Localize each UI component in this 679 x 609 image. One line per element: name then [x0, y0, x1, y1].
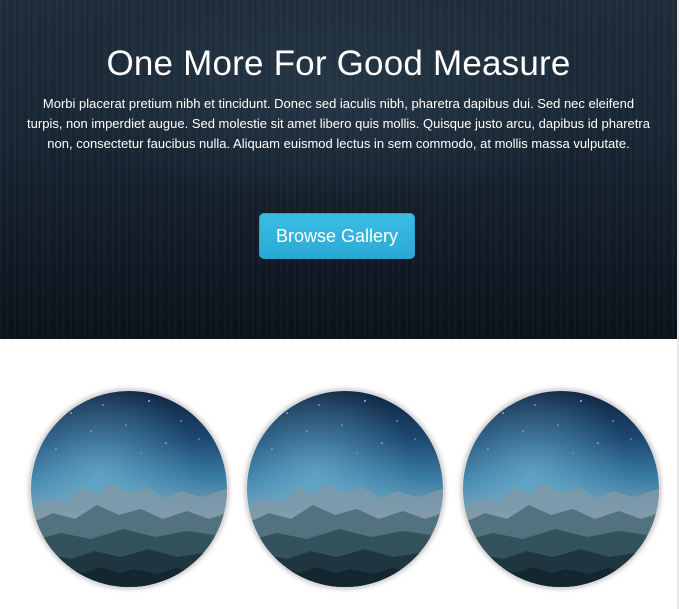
- hero-description: Morbi placerat pretium nibh et tincidunt…: [27, 96, 650, 151]
- gallery-image-2[interactable]: [246, 390, 444, 588]
- gallery-section: [0, 339, 677, 609]
- mountain-landscape-image: [247, 391, 443, 587]
- gallery-image-3[interactable]: [462, 390, 660, 588]
- hero-title: One More For Good Measure: [106, 44, 571, 83]
- gallery-image-1[interactable]: [30, 390, 228, 588]
- browse-gallery-button[interactable]: Browse Gallery: [259, 213, 415, 259]
- hero-section: One More For Good Measure Morbi placerat…: [0, 0, 677, 339]
- mountain-landscape-image: [463, 391, 659, 587]
- page: One More For Good Measure Morbi placerat…: [0, 0, 679, 609]
- mountain-landscape-image: [31, 391, 227, 587]
